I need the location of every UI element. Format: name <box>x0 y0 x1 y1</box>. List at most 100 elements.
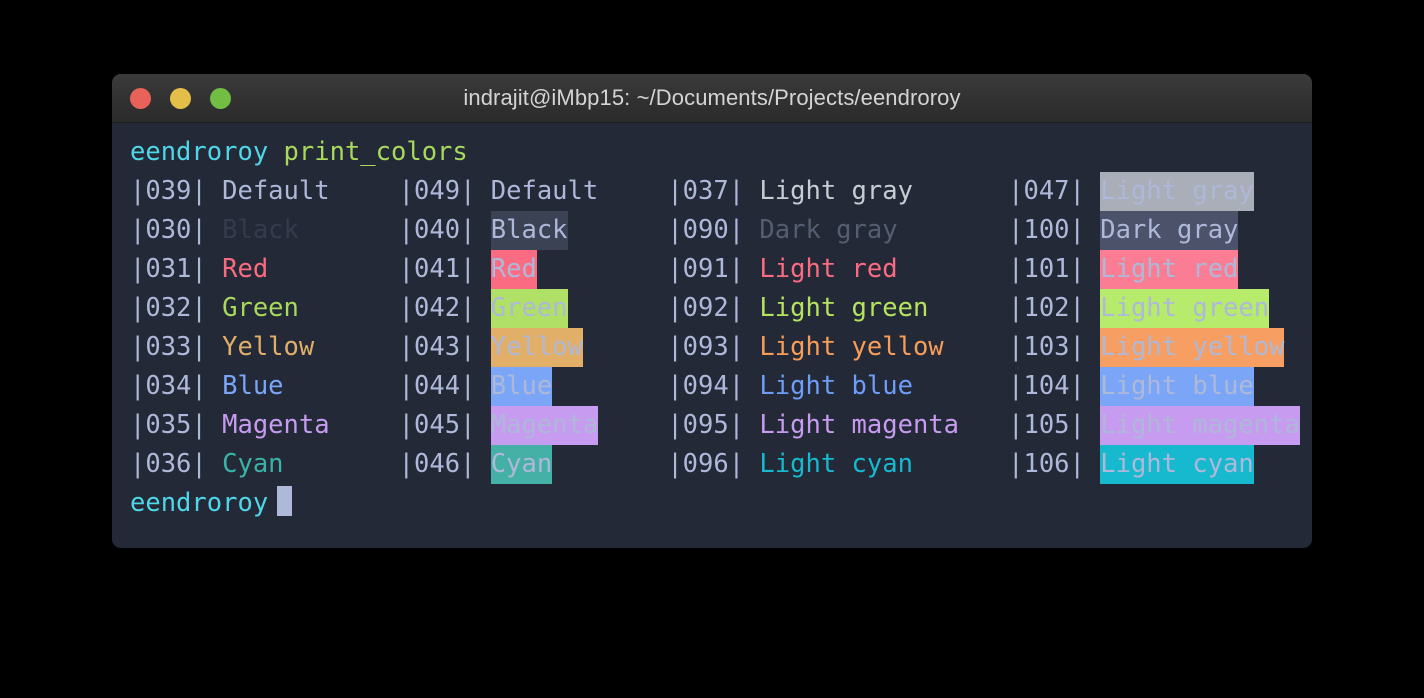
label-046: Cyan <box>490 445 668 484</box>
label-030: Black <box>222 211 399 250</box>
prompt-user-bottom: eendroroy <box>130 488 269 518</box>
minimize-button[interactable] <box>170 87 191 109</box>
code-090: |090| <box>667 215 745 245</box>
label-text: Light green <box>1100 289 1270 328</box>
code-091: |091| <box>667 254 745 284</box>
window-titlebar[interactable]: indrajit@iMbp15: ~/Documents/Projects/ee… <box>112 74 1312 123</box>
label-text: Light blue <box>1100 367 1254 406</box>
command-line-bottom[interactable]: eendroroy <box>112 484 1312 523</box>
code-102: |102| <box>1008 293 1085 323</box>
code-100: |100| <box>1008 215 1085 245</box>
code-096: |096| <box>667 449 745 479</box>
label-text: Light red <box>759 254 898 284</box>
label-033: Yellow <box>222 328 399 367</box>
code-041: |041| <box>398 254 476 284</box>
code-037: |037| <box>667 176 745 206</box>
code-033: |033| <box>130 332 207 362</box>
label-text: Light cyan <box>1100 445 1254 484</box>
label-102: Light green <box>1100 289 1312 328</box>
code-094: |094| <box>667 371 745 401</box>
label-106: Light cyan <box>1100 445 1312 484</box>
window-controls <box>130 74 231 122</box>
code-040: |040| <box>398 215 476 245</box>
code-105: |105| <box>1008 410 1085 440</box>
label-031: Red <box>222 250 399 289</box>
screen: indrajit@iMbp15: ~/Documents/Projects/ee… <box>0 0 1424 698</box>
label-text: Black <box>222 215 299 245</box>
label-103: Light yellow <box>1100 328 1312 367</box>
terminal-window: indrajit@iMbp15: ~/Documents/Projects/ee… <box>112 74 1312 548</box>
label-035: Magenta <box>222 406 399 445</box>
label-093: Light yellow <box>759 328 1008 367</box>
label-090: Dark gray <box>759 211 1008 250</box>
table-row: |034| Blue |044| Blue |094| Light blue |104| Li… <box>112 367 1312 406</box>
table-row: |032| Green |042| Green |092| Light green |102… <box>112 289 1312 328</box>
label-094: Light blue <box>759 367 1008 406</box>
label-text: Yellow <box>222 332 315 362</box>
label-049: Default <box>491 172 668 211</box>
code-106: |106| <box>1008 449 1085 479</box>
code-046: |046| <box>398 449 476 479</box>
label-042: Green <box>490 289 668 328</box>
label-092: Light green <box>759 289 1008 328</box>
label-text: Magenta <box>490 406 599 445</box>
label-039: Default <box>222 172 399 211</box>
label-text: Green <box>222 293 299 323</box>
label-text: Blue <box>490 367 553 406</box>
command-line-top: eendroroy print_colors <box>112 133 1312 172</box>
label-text: Light blue <box>759 371 913 401</box>
label-040: Black <box>490 211 668 250</box>
label-105: Light magenta <box>1100 406 1312 445</box>
label-text: Light magenta <box>1100 406 1300 445</box>
code-101: |101| <box>1008 254 1085 284</box>
label-text: Black <box>490 211 568 250</box>
label-text: Light green <box>759 293 929 323</box>
prompt-user-top: eendroroy <box>130 137 269 167</box>
label-text: Default <box>490 176 599 206</box>
label-041: Red <box>490 250 668 289</box>
label-text: Light gray <box>759 176 913 206</box>
table-row: |033| Yellow |043| Yellow |093| Light yellow |… <box>112 328 1312 367</box>
label-096: Light cyan <box>759 445 1008 484</box>
label-091: Light red <box>759 250 1008 289</box>
label-text: Light red <box>1100 250 1239 289</box>
code-104: |104| <box>1008 371 1085 401</box>
label-095: Light magenta <box>759 406 1008 445</box>
label-text: Red <box>222 254 269 284</box>
code-043: |043| <box>398 332 476 362</box>
zoom-button[interactable] <box>210 87 231 109</box>
label-043: Yellow <box>490 328 668 367</box>
label-047: Light gray <box>1100 172 1312 211</box>
window-title: indrajit@iMbp15: ~/Documents/Projects/ee… <box>463 85 961 110</box>
label-text: Dark gray <box>759 215 898 245</box>
label-text: Cyan <box>490 445 553 484</box>
code-047: |047| <box>1008 176 1085 206</box>
label-045: Magenta <box>490 406 668 445</box>
code-049: |049| <box>398 176 476 206</box>
label-100: Dark gray <box>1100 211 1312 250</box>
table-row: |039| Default |049| Default |037| Light gray |… <box>112 172 1312 211</box>
label-101: Light red <box>1100 250 1312 289</box>
label-text: Yellow <box>490 328 583 367</box>
label-034: Blue <box>222 367 399 406</box>
label-text: Light gray <box>1100 172 1254 211</box>
label-text: Red <box>490 250 537 289</box>
terminal-body[interactable]: eendroroy print_colors |039| Default |049|… <box>112 123 1312 548</box>
label-text: Cyan <box>222 449 284 479</box>
code-045: |045| <box>398 410 476 440</box>
code-042: |042| <box>398 293 476 323</box>
label-104: Light blue <box>1100 367 1312 406</box>
label-044: Blue <box>490 367 668 406</box>
label-036: Cyan <box>222 445 399 484</box>
label-text: Blue <box>222 371 284 401</box>
table-row: |036| Cyan |046| Cyan |096| Light cyan |106| Li… <box>112 445 1312 484</box>
label-text: Magenta <box>222 410 330 440</box>
code-093: |093| <box>667 332 745 362</box>
close-button[interactable] <box>130 87 151 109</box>
code-032: |032| <box>130 293 207 323</box>
code-039: |039| <box>130 176 207 206</box>
label-text: Light yellow <box>1100 328 1285 367</box>
label-text: Dark gray <box>1100 211 1239 250</box>
table-row: |031| Red |041| Red |091| Light red |101| Light… <box>112 250 1312 289</box>
label-text: Light magenta <box>759 410 960 440</box>
